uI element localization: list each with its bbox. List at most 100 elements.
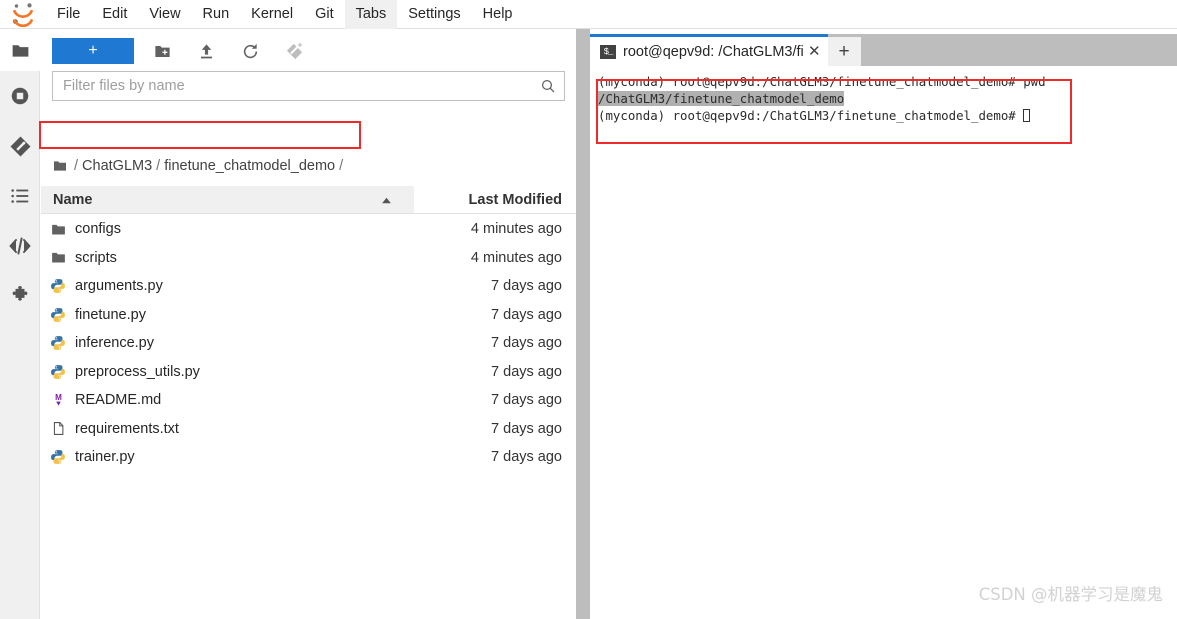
new-checkpoint-icon — [286, 42, 302, 59]
sidebar-item-running-sessions[interactable] — [0, 71, 40, 121]
terminal-selected-text: /ChatGLM3/finetune_chatmodel_demo — [598, 91, 845, 106]
terminal-icon: $_ — [600, 44, 616, 59]
menu-item-list: File Edit View Run Kernel Git Tabs Settings Help — [46, 0, 523, 29]
menu-view[interactable]: View — [138, 0, 191, 29]
menu-bar: File Edit View Run Kernel Git Tabs Settings Help — [0, 0, 1177, 29]
git-icon — [10, 136, 30, 156]
column-header-name[interactable]: Name — [41, 186, 414, 213]
jupyter-logo-icon — [0, 0, 46, 29]
file-list-item[interactable]: trainer.py 7 days ago — [41, 443, 576, 472]
sort-ascending-icon — [381, 192, 392, 208]
breadcrumb-separator: / — [74, 157, 79, 174]
tab-terminal[interactable]: $_ root@qepv9d: /ChatGLM3/fi ✕ — [590, 34, 828, 66]
file-list-item[interactable]: scripts 4 minutes ago — [41, 244, 576, 273]
file-last-modified: 4 minutes ago — [470, 221, 562, 238]
python-file-icon — [41, 335, 75, 351]
new-folder-icon — [154, 45, 170, 57]
file-list-item[interactable]: configs 4 minutes ago — [41, 215, 576, 244]
menu-edit[interactable]: Edit — [91, 0, 138, 29]
terminal-text: (myconda) root@qepv9d:/ChatGLM3/finetune… — [598, 108, 1024, 123]
file-list-item[interactable]: M README.md 7 days ago — [41, 386, 576, 415]
file-last-modified: 7 days ago — [491, 420, 562, 437]
breadcrumb-home-icon[interactable] — [52, 158, 68, 174]
tab-label: root@qepv9d: /ChatGLM3/fi — [623, 43, 803, 60]
search-icon[interactable] — [532, 78, 564, 94]
file-name: trainer.py — [75, 449, 135, 466]
upload-files-button[interactable] — [190, 37, 222, 65]
file-browser-toolbar: + — [41, 29, 576, 73]
svg-text:M: M — [55, 393, 62, 402]
refresh-button[interactable] — [234, 37, 266, 65]
menu-settings[interactable]: Settings — [397, 0, 471, 29]
sidebar-item-table-of-contents[interactable] — [0, 171, 40, 221]
file-list-item[interactable]: arguments.py 7 days ago — [41, 272, 576, 301]
file-name: inference.py — [75, 335, 154, 352]
code-icon — [9, 237, 31, 255]
breadcrumb: / ChatGLM3/finetune_chatmodel_demo / — [52, 153, 343, 178]
menu-run[interactable]: Run — [192, 0, 241, 29]
sidebar-item-extension-manager[interactable] — [0, 271, 40, 321]
upload-icon — [200, 43, 212, 58]
jupyterlab-window: File Edit View Run Kernel Git Tabs Settings Help — [0, 0, 1177, 619]
file-name: arguments.py — [75, 278, 163, 295]
menu-tabs[interactable]: Tabs — [344, 0, 398, 29]
dock-tab-bar: $_ root@qepv9d: /ChatGLM3/fi ✕ + — [590, 34, 1177, 66]
terminal-output[interactable]: (myconda) root@qepv9d:/ChatGLM3/finetune… — [590, 66, 1177, 619]
file-list: configs 4 minutes ago scripts 4 minutes ago… — [41, 215, 576, 619]
menu-file[interactable]: File — [46, 0, 91, 29]
refresh-icon — [243, 43, 257, 58]
terminal-line: /ChatGLM3/finetune_chatmodel_demo — [598, 90, 1169, 107]
watermark: CSDN @机器学习是魔鬼 — [978, 585, 1163, 604]
terminal-line: (myconda) root@qepv9d:/ChatGLM3/finetune… — [598, 73, 1169, 90]
terminal-cursor — [1023, 109, 1031, 122]
new-checkpoint-button[interactable] — [278, 37, 310, 65]
file-last-modified: 4 minutes ago — [470, 249, 562, 266]
column-header-name-label: Name — [53, 191, 93, 208]
python-file-icon — [41, 364, 75, 380]
file-name: README.md — [75, 392, 162, 409]
file-last-modified: 7 days ago — [491, 392, 562, 409]
python-file-icon — [41, 449, 75, 465]
panel-splitter[interactable] — [576, 29, 590, 619]
folder-icon — [41, 221, 75, 238]
breadcrumb-separator: / — [339, 157, 344, 174]
running-sessions-icon — [11, 87, 29, 105]
breadcrumb-item-finetune_chatmodel_demo[interactable]: finetune_chatmodel_demo — [164, 158, 335, 174]
file-list-item[interactable]: requirements.txt 7 days ago — [41, 415, 576, 444]
file-list-item[interactable]: preprocess_utils.py 7 days ago — [41, 358, 576, 387]
folder-icon — [41, 249, 75, 266]
new-folder-button[interactable] — [146, 37, 178, 65]
file-browser-panel: + Filter files by name / ChatGLM3 / fine… — [41, 29, 576, 619]
file-name: requirements.txt — [75, 420, 179, 437]
file-last-modified: 7 days ago — [491, 363, 562, 380]
menu-help[interactable]: Help — [472, 0, 524, 29]
search-input[interactable] — [53, 78, 532, 94]
breadcrumb-item-ChatGLM3[interactable]: ChatGLM3 — [82, 158, 152, 174]
file-list-header: Name Last Modified — [41, 186, 576, 214]
markdown-file-icon: M — [41, 392, 75, 408]
column-header-last-modified[interactable]: Last Modified — [414, 186, 576, 213]
filter-files-field[interactable] — [52, 71, 565, 101]
file-last-modified: 7 days ago — [491, 449, 562, 466]
file-list-item[interactable]: inference.py 7 days ago — [41, 329, 576, 358]
close-icon[interactable]: ✕ — [808, 44, 821, 59]
sidebar-item-git[interactable] — [0, 121, 40, 171]
python-file-icon — [41, 278, 75, 294]
add-tab-button[interactable]: + — [827, 37, 861, 66]
python-file-icon — [41, 307, 75, 323]
terminal-line: (myconda) root@qepv9d:/ChatGLM3/finetune… — [598, 107, 1169, 124]
file-last-modified: 7 days ago — [491, 335, 562, 352]
file-name: preprocess_utils.py — [75, 363, 200, 380]
new-launcher-button[interactable]: + — [52, 38, 134, 64]
menu-git[interactable]: Git — [304, 0, 345, 29]
column-header-last-modified-label: Last Modified — [468, 191, 562, 208]
file-list-item[interactable]: finetune.py 7 days ago — [41, 301, 576, 330]
sidebar-item-debugger[interactable] — [0, 221, 40, 271]
sidebar-item-file-browser[interactable] — [0, 29, 40, 71]
file-last-modified: 7 days ago — [491, 306, 562, 323]
file-name: finetune.py — [75, 306, 146, 323]
terminal-text: (myconda) root@qepv9d:/ChatGLM3/finetune… — [598, 74, 1046, 89]
menu-kernel[interactable]: Kernel — [240, 0, 304, 29]
breadcrumb-separator: / — [156, 157, 161, 174]
folder-icon — [12, 44, 28, 57]
